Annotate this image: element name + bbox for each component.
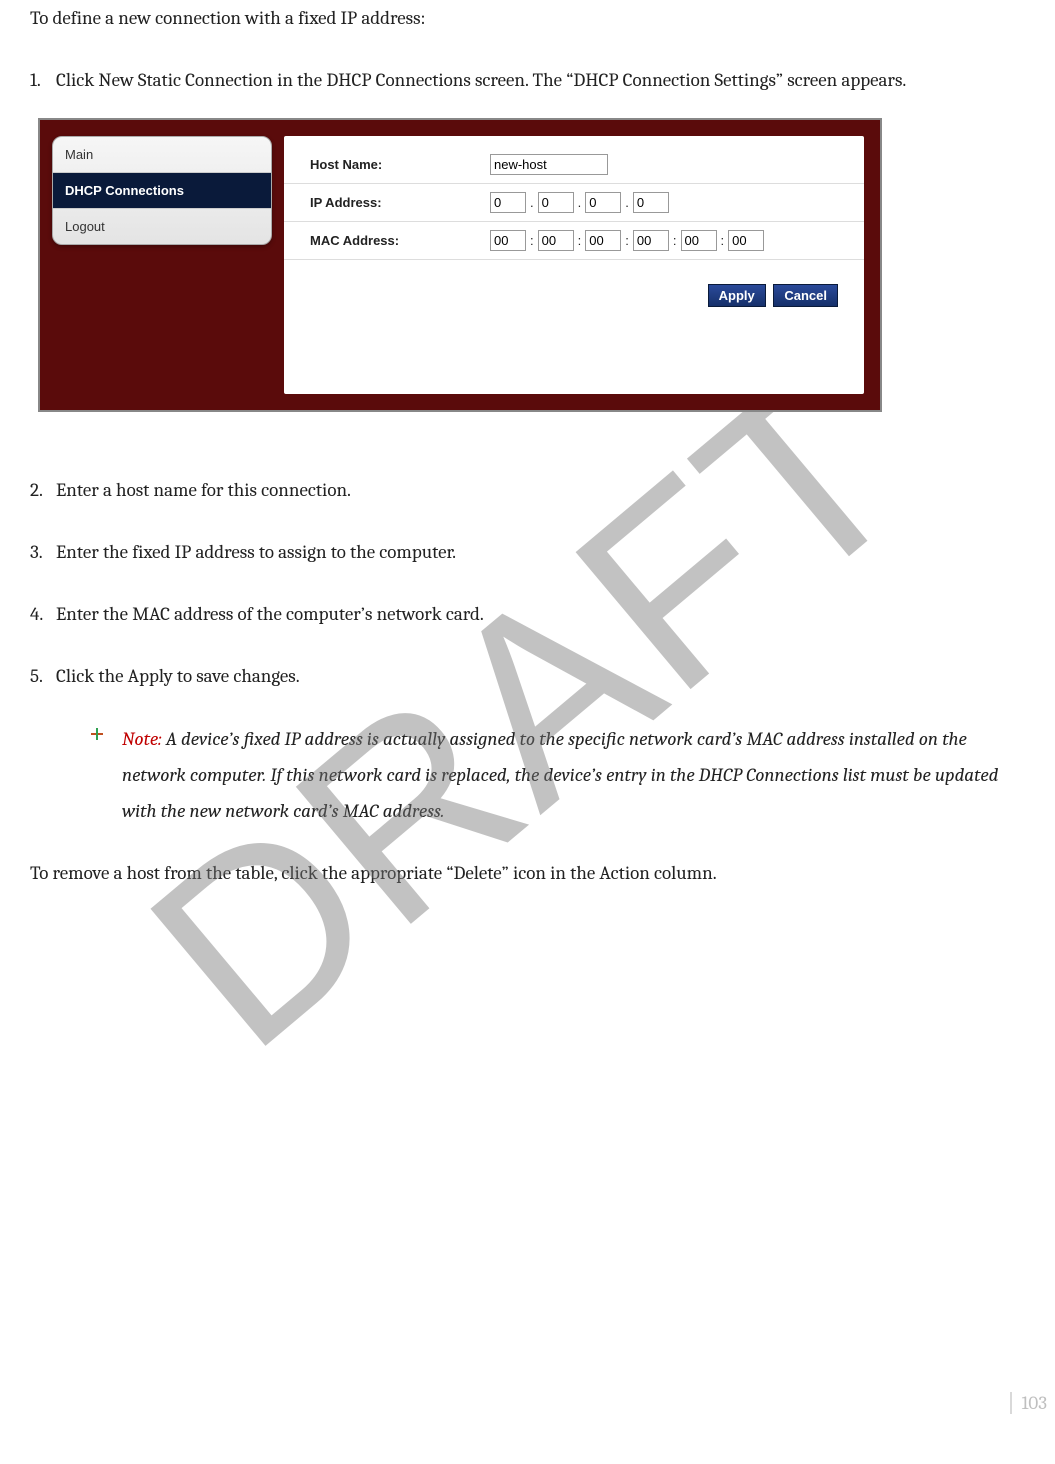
mac-sep: : — [721, 233, 725, 248]
ip-octet-1[interactable] — [490, 192, 526, 213]
sidebar-item-main[interactable]: Main — [53, 137, 271, 173]
mac-sep: : — [625, 233, 629, 248]
settings-form: Host Name: IP Address: . . . — [284, 136, 864, 394]
step-text: Click New Static Connection in the DHCP … — [56, 62, 1025, 98]
step-text: Enter a host name for this connection. — [56, 472, 1025, 508]
mac-hex-5[interactable] — [681, 230, 717, 251]
ip-octet-2[interactable] — [538, 192, 574, 213]
step-number: 2. — [30, 472, 56, 508]
step-text: Enter the MAC address of the computer’s … — [56, 596, 1025, 632]
note-text: Note: A device’s fixed IP address is act… — [122, 721, 1025, 829]
mac-hex-6[interactable] — [728, 230, 764, 251]
apply-button[interactable]: Apply — [708, 284, 766, 307]
sidebar-item-dhcp[interactable]: DHCP Connections — [53, 173, 271, 209]
mac-hex-3[interactable] — [585, 230, 621, 251]
ip-sep: . — [578, 195, 582, 210]
ip-octet-4[interactable] — [633, 192, 669, 213]
dhcp-settings-screenshot: Main DHCP Connections Logout Host Name: … — [38, 118, 882, 412]
mac-sep: : — [530, 233, 534, 248]
step-text: Enter the fixed IP address to assign to … — [56, 534, 1025, 570]
cancel-button[interactable]: Cancel — [773, 284, 838, 307]
page-number: 103 — [1010, 1392, 1047, 1414]
ip-address-fields: . . . — [490, 192, 669, 213]
step-number: 1. — [30, 62, 56, 98]
intro-paragraph: To define a new connection with a fixed … — [30, 0, 1025, 36]
draft-watermark: DRAFT — [96, 314, 960, 1107]
mac-sep: : — [673, 233, 677, 248]
mac-address-label: MAC Address: — [310, 233, 490, 248]
mac-sep: : — [578, 233, 582, 248]
mac-hex-1[interactable] — [490, 230, 526, 251]
tail-paragraph: To remove a host from the table, click t… — [30, 855, 1025, 891]
step-number: 5. — [30, 658, 56, 694]
sidebar-item-logout[interactable]: Logout — [53, 209, 271, 244]
host-name-input[interactable] — [490, 154, 608, 175]
mac-hex-2[interactable] — [538, 230, 574, 251]
ip-octet-3[interactable] — [585, 192, 621, 213]
step-number: 4. — [30, 596, 56, 632]
step-text: Click the Apply to save changes. — [56, 658, 1025, 694]
host-name-label: Host Name: — [310, 157, 490, 172]
ip-address-label: IP Address: — [310, 195, 490, 210]
sidebar: Main DHCP Connections Logout — [40, 120, 284, 410]
mac-hex-4[interactable] — [633, 230, 669, 251]
ip-sep: . — [625, 195, 629, 210]
note-body: A device’s fixed IP address is actually … — [122, 728, 998, 822]
ip-sep: . — [530, 195, 534, 210]
note-bullet-icon — [90, 727, 104, 741]
step-number: 3. — [30, 534, 56, 570]
note-label: Note: — [122, 728, 162, 750]
mac-address-fields: : : : : : — [490, 230, 764, 251]
